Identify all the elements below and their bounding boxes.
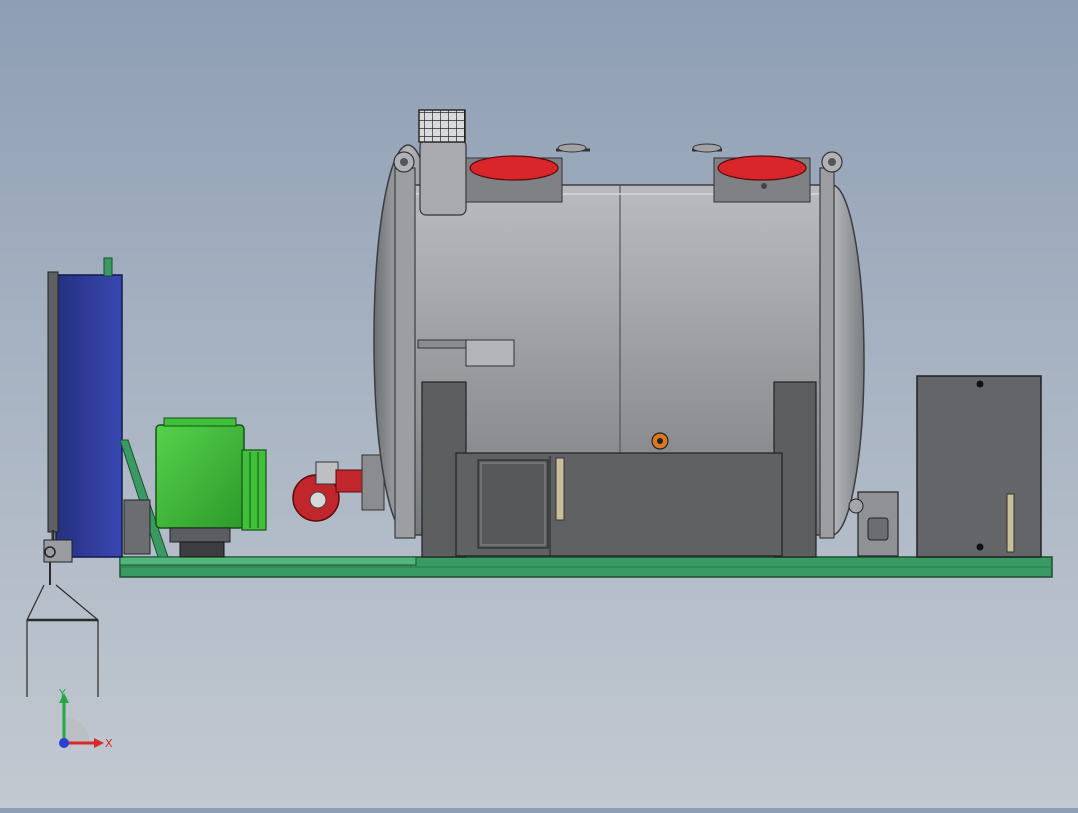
cad-model-drawing[interactable]	[0, 0, 1078, 808]
burner[interactable]	[292, 454, 385, 522]
cad-viewport[interactable]: Y X	[0, 0, 1078, 808]
electrical-cabinet[interactable]	[916, 375, 1042, 558]
feed-pump[interactable]	[848, 491, 899, 557]
y-axis-label: Y	[58, 687, 66, 700]
x-axis-label: X	[105, 737, 113, 750]
orientation-triad: Y X	[50, 685, 120, 755]
triad-arc	[64, 717, 90, 743]
pump-unit[interactable]	[123, 417, 267, 558]
lifting-sling	[26, 562, 99, 697]
x-axis-head	[94, 738, 104, 748]
base-frame[interactable]	[119, 556, 1053, 578]
z-axis-dot	[59, 738, 69, 748]
